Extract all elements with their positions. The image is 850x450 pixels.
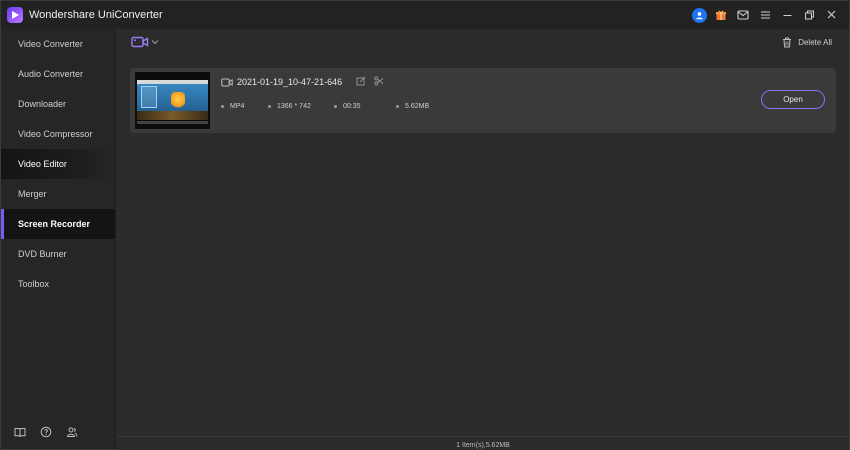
sidebar-item-dvd-burner[interactable]: DVD Burner — [1, 239, 115, 269]
file-title-row: 2021-01-19_10-47-21-646 — [221, 73, 384, 91]
trash-icon — [783, 37, 792, 48]
size-meta: 5.62MB — [396, 103, 429, 110]
chevron-down-icon — [151, 40, 159, 45]
gift-icon[interactable] — [711, 6, 731, 24]
sidebar-item-video-converter[interactable]: Video Converter — [1, 29, 115, 59]
menu-icon[interactable] — [755, 6, 775, 24]
video-camera-icon — [131, 36, 149, 48]
book-icon[interactable] — [13, 425, 27, 439]
delete-all-label: Delete All — [798, 38, 832, 47]
rename-icon[interactable] — [356, 73, 366, 91]
file-name: 2021-01-19_10-47-21-646 — [237, 77, 343, 87]
sidebar-bottom-actions — [13, 425, 79, 439]
sidebar-item-merger[interactable]: Merger — [1, 179, 115, 209]
resolution-value: 1366 * 742 — [277, 103, 311, 110]
open-button[interactable]: Open — [761, 90, 825, 109]
video-thumbnail[interactable] — [135, 72, 210, 129]
restore-icon[interactable] — [799, 6, 819, 24]
format-value: MP4 — [230, 103, 245, 110]
sidebar-item-downloader[interactable]: Downloader — [1, 89, 115, 119]
toolbar: Delete All — [117, 29, 849, 59]
size-value: 5.62MB — [405, 103, 430, 110]
main-panel: Delete All 2021-01-19_10-47-21-646 MP4 1… — [117, 29, 849, 436]
minimize-icon[interactable] — [777, 6, 797, 24]
help-icon[interactable] — [39, 425, 53, 439]
sidebar-item-screen-recorder[interactable]: Screen Recorder — [1, 209, 115, 239]
delete-all-button[interactable]: Delete All — [782, 37, 832, 48]
format-meta: MP4 — [221, 103, 244, 110]
title-bar: Wondershare UniConverter — [1, 1, 849, 29]
app-logo-icon — [7, 7, 23, 23]
status-bar: 1 Item(s),5.62MB — [117, 436, 849, 450]
sidebar-item-toolbox[interactable]: Toolbox — [1, 269, 115, 299]
close-icon[interactable] — [821, 6, 841, 24]
app-window: Wondershare UniConverter Video Converter… — [0, 0, 850, 450]
window-controls — [687, 6, 841, 24]
duration-value: 00:35 — [343, 103, 361, 110]
duration-meta: 00:35 — [334, 103, 361, 110]
status-text: 1 Item(s),5.62MB — [456, 442, 510, 449]
sidebar-item-video-compressor[interactable]: Video Compressor — [1, 119, 115, 149]
sidebar-item-audio-converter[interactable]: Audio Converter — [1, 59, 115, 89]
account-icon[interactable] — [65, 425, 79, 439]
resolution-meta: 1366 * 742 — [268, 103, 311, 110]
trim-icon[interactable] — [374, 73, 384, 91]
video-file-icon — [221, 78, 233, 86]
user-avatar-icon[interactable] — [689, 6, 709, 24]
sidebar: Video Converter Audio Converter Download… — [1, 29, 116, 449]
record-dropdown[interactable] — [131, 36, 159, 48]
mail-icon[interactable] — [733, 6, 753, 24]
sidebar-item-video-editor[interactable]: Video Editor — [1, 149, 115, 179]
recording-card[interactable]: 2021-01-19_10-47-21-646 MP4 1366 * 742 0… — [130, 68, 836, 133]
app-title: Wondershare UniConverter — [29, 9, 163, 21]
